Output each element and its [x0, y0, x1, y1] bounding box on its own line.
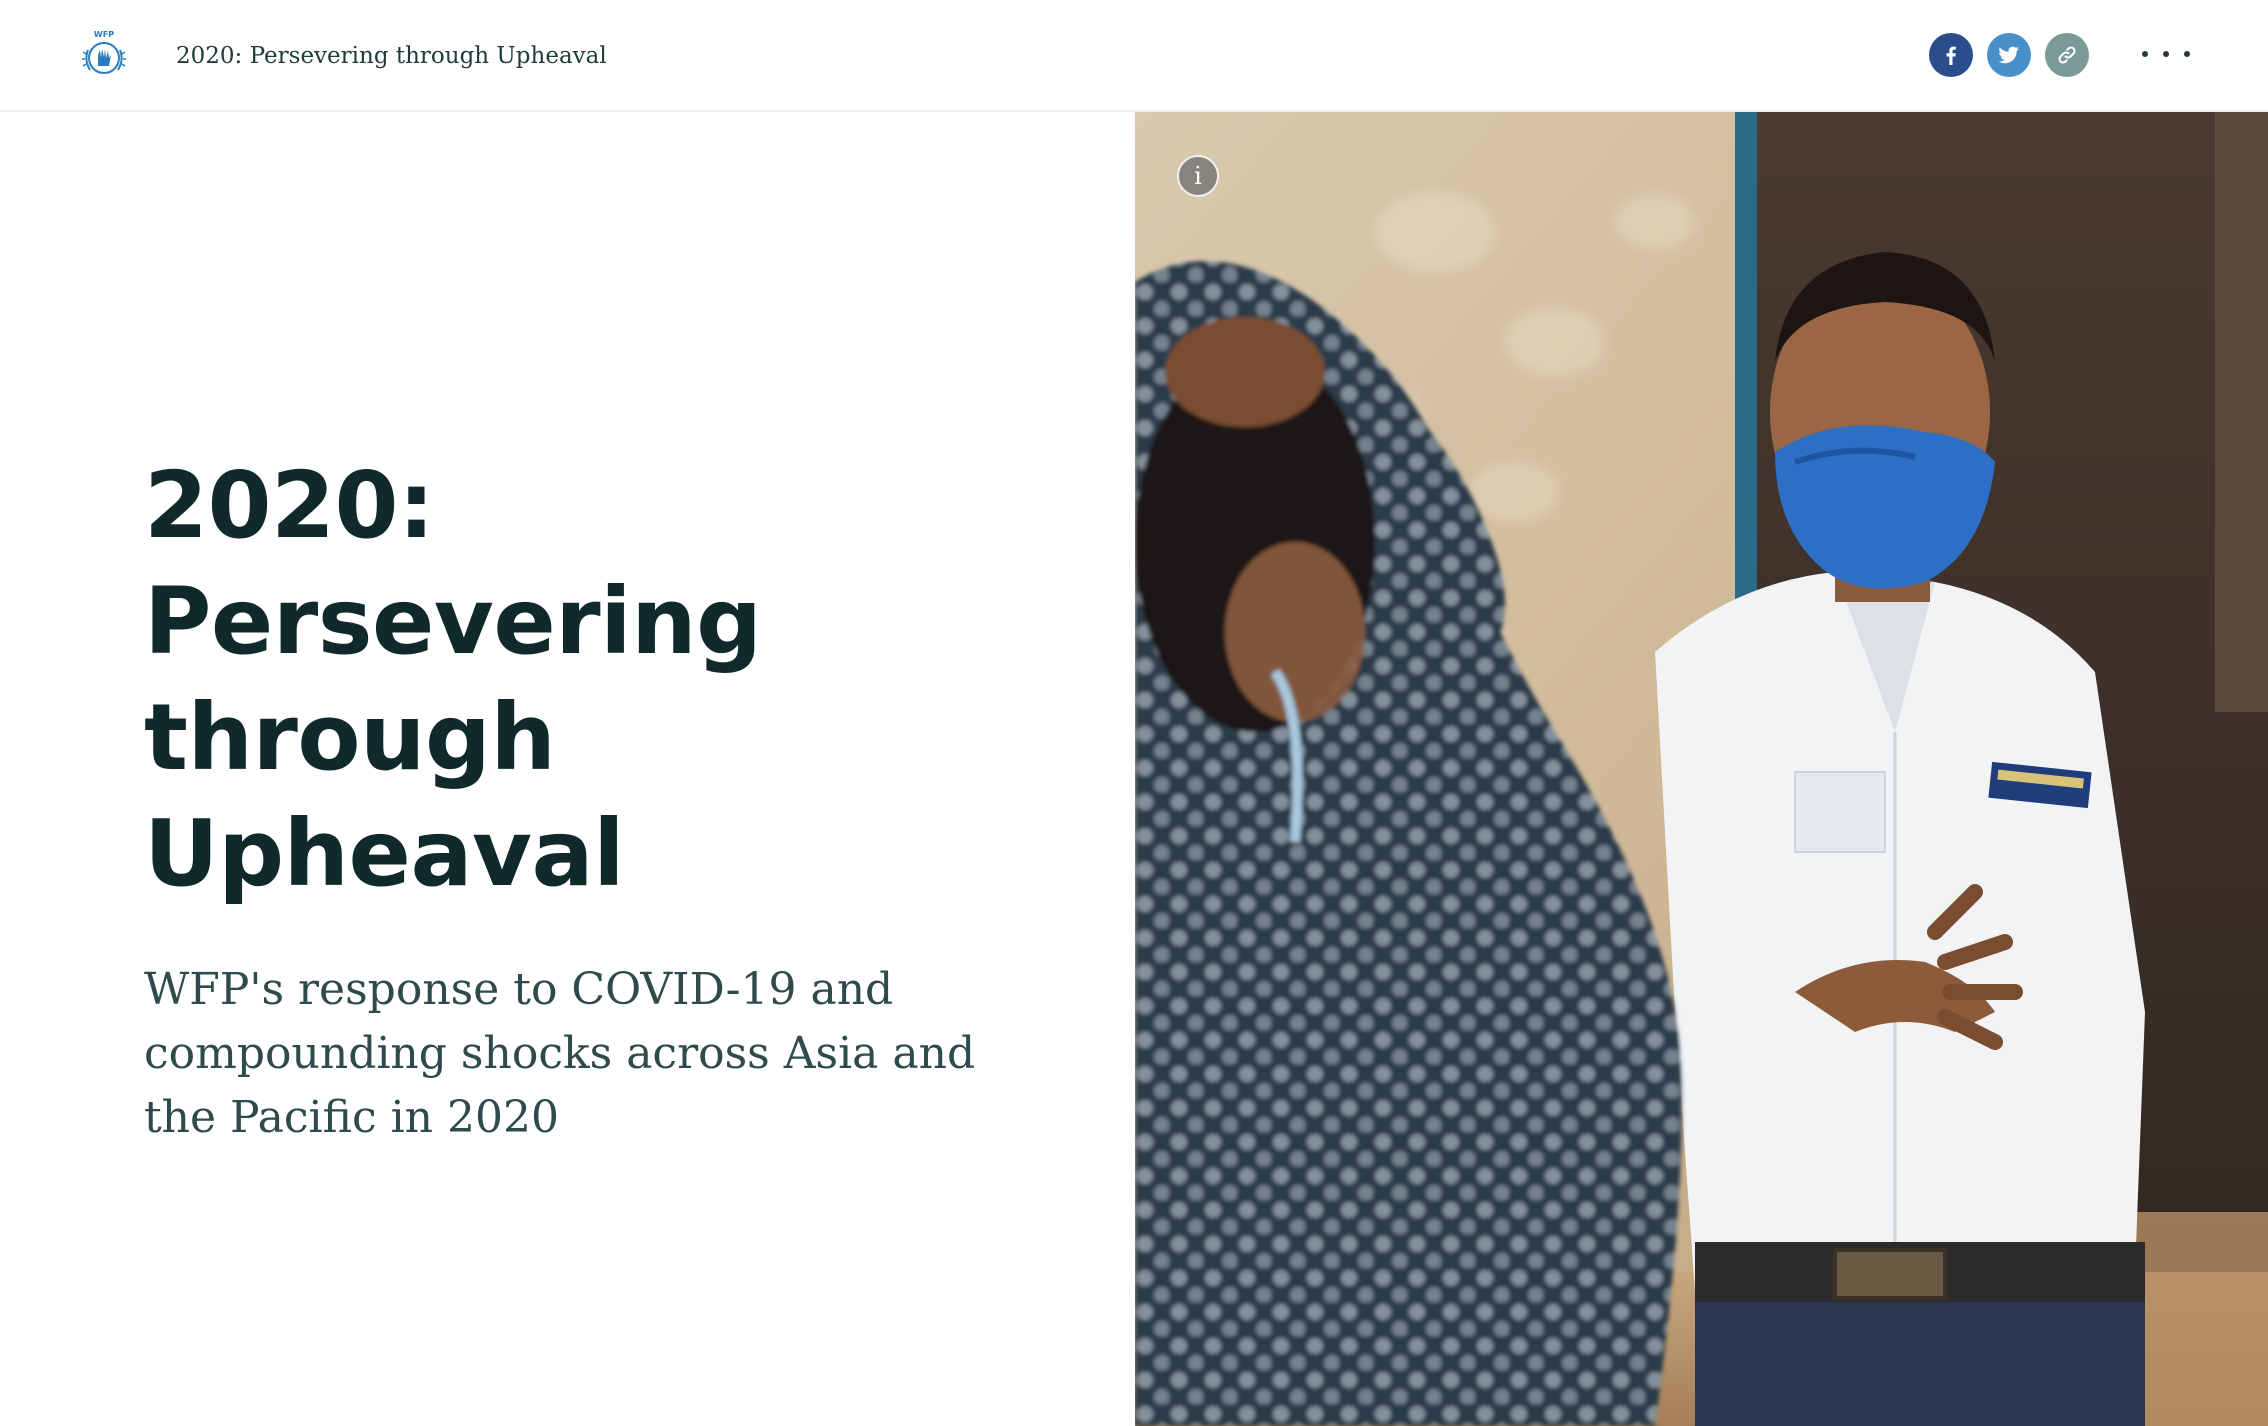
- link-icon: [2058, 46, 2076, 64]
- hero-subtitle: WFP's response to COVID-19 and compoundi…: [144, 964, 976, 1143]
- more-dot: [2163, 51, 2169, 57]
- wfp-logo[interactable]: WFP: [78, 28, 130, 80]
- twitter-icon: [1998, 46, 2019, 64]
- more-dot: [2184, 51, 2190, 57]
- image-info-button[interactable]: i: [1177, 155, 1219, 197]
- header-story-title[interactable]: 2020: Persevering through Upheaval: [176, 36, 607, 76]
- copy-link-button[interactable]: [2045, 33, 2089, 77]
- more-dot: [2142, 51, 2148, 57]
- wfp-logo-text: WFP: [94, 30, 114, 39]
- share-facebook-button[interactable]: [1929, 33, 1973, 77]
- wfp-emblem-icon: WFP: [82, 30, 126, 74]
- hero-photo-illustration: [1135, 112, 2268, 1426]
- hero-title: 2020: Persevering through Upheaval: [144, 452, 762, 907]
- facebook-icon: [1946, 46, 1956, 65]
- story-header: WFP 2020: Persevering through Upheaval: [0, 0, 2268, 112]
- more-options-button[interactable]: [2142, 34, 2190, 74]
- hero-image: [1135, 112, 2268, 1426]
- info-icon: i: [1194, 162, 1202, 190]
- hero-text-panel: 2020: Persevering through Upheaval WFP's…: [0, 112, 1135, 1426]
- share-twitter-button[interactable]: [1987, 33, 2031, 77]
